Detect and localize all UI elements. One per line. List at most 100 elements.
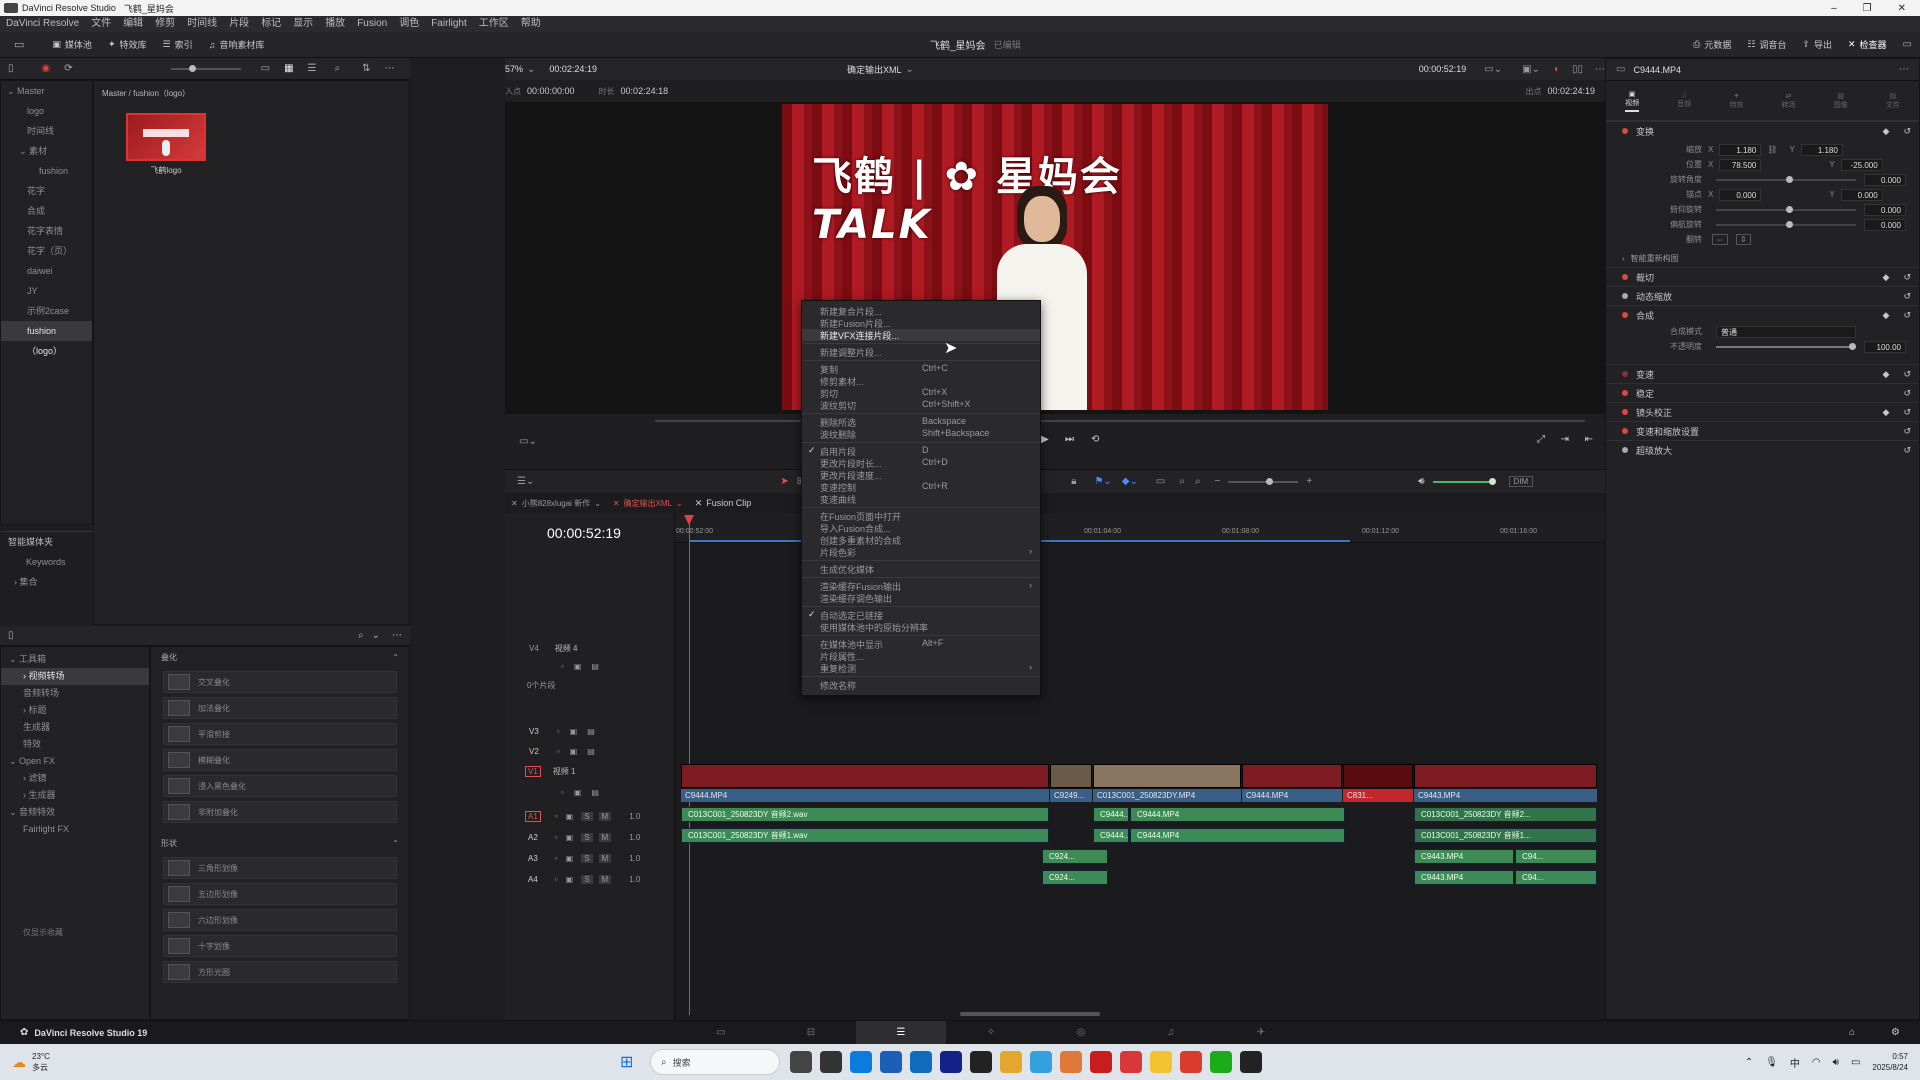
section-stabilization[interactable]: 稳定 ↺ xyxy=(1606,383,1919,402)
effect-item[interactable]: 五边形划像 xyxy=(163,883,397,905)
context-menu-item[interactable]: 新建Fusion片段... xyxy=(802,317,1040,329)
fullscreen-icon[interactable]: ▭ xyxy=(1903,39,1912,50)
opacity-slider[interactable] xyxy=(1716,342,1856,350)
effect-item[interactable]: 加法叠化 xyxy=(163,697,397,719)
lock-icon[interactable]: ▫ xyxy=(555,854,558,863)
effect-item[interactable]: 平滑剪接 xyxy=(163,723,397,745)
lock-icon[interactable]: ▫ xyxy=(561,788,564,797)
inspector-tab[interactable]: ✦ 特效 xyxy=(1729,92,1743,110)
audio-clip[interactable]: C94... xyxy=(1515,849,1597,864)
metadata-button[interactable]: ⎙ 元数据 xyxy=(1685,38,1739,51)
section-dynamic-zoom[interactable]: 动态缩放 ↺ xyxy=(1606,286,1919,305)
context-menu-item[interactable]: ✓ 启用片段 D xyxy=(802,445,1040,457)
bin-item[interactable]: 合成 xyxy=(1,201,92,221)
lock-icon[interactable]: ▫ xyxy=(555,875,558,884)
context-menu-item[interactable]: ✓ 自动选定已链接 xyxy=(802,609,1040,621)
dropdown-icon[interactable]: ⌄ xyxy=(527,64,535,75)
video-clip[interactable]: C831... xyxy=(1343,764,1413,802)
zoom-y-field[interactable]: 1.180 xyxy=(1800,143,1843,156)
pitch-field[interactable]: 0.000 xyxy=(1864,203,1906,216)
prev-edit-icon[interactable]: ⇤ xyxy=(1585,434,1593,445)
bin-item[interactable]: fushion（logo） xyxy=(1,321,92,356)
menu-item[interactable]: 帮助 xyxy=(515,16,547,32)
sidebar-toggle-icon[interactable]: ▯ xyxy=(8,630,14,641)
effects-tree-item[interactable]: 音频转场 xyxy=(1,685,149,702)
timeline-tab[interactable]: ✕ Fusion Clip xyxy=(689,498,758,509)
video-clip[interactable]: C9444.MP4 xyxy=(681,764,1049,802)
photoshop-app-icon[interactable] xyxy=(940,1051,962,1073)
effects-button[interactable]: ✦ 特效库 xyxy=(100,38,155,51)
sidebar-toggle-icon[interactable]: ▯ xyxy=(8,63,14,74)
dim-button[interactable]: DIM xyxy=(1508,476,1534,487)
effects-tree-item[interactable]: ⌄ 工具箱 xyxy=(1,651,149,668)
effects-tree-item[interactable]: ⌄ 音频特效 xyxy=(1,804,149,821)
solo-button[interactable]: S xyxy=(581,874,593,884)
viewer-scrubber[interactable] xyxy=(655,420,1585,422)
audio-clip[interactable]: C94... xyxy=(1515,870,1597,885)
context-menu-item[interactable]: 剪切 Ctrl+X xyxy=(802,387,1040,399)
effects-group-header[interactable]: 叠化 ⌃ xyxy=(151,647,409,667)
lock-icon[interactable]: ▫ xyxy=(557,727,560,736)
store-app-icon[interactable] xyxy=(880,1051,902,1073)
reset-icon[interactable]: ↺ xyxy=(1903,369,1911,380)
section-crop[interactable]: 裁切 ◆ ↺ xyxy=(1606,267,1919,286)
enable-dot-icon[interactable] xyxy=(1622,128,1628,134)
recorder-app-icon[interactable] xyxy=(1120,1051,1142,1073)
menu-item[interactable]: 标记 xyxy=(255,16,287,32)
context-menu-item[interactable]: 渲染缓存Fusion输出 › xyxy=(802,580,1040,592)
weather-widget[interactable]: ☁ 23°C 多云 xyxy=(12,1051,50,1073)
effect-item[interactable]: 六边形划像 xyxy=(163,909,397,931)
media-pool-button[interactable]: ▣ 媒体池 xyxy=(44,38,100,51)
close-icon[interactable]: ✕ xyxy=(613,499,620,508)
context-menu-item[interactable]: 更改片段时长... Ctrl+D xyxy=(802,457,1040,469)
inspector-tab[interactable]: ▧ 图像 xyxy=(1834,92,1848,110)
keyframe-icon[interactable]: ◆ xyxy=(1883,126,1890,137)
speaker-icon[interactable]: 🔊︎ xyxy=(1418,476,1424,487)
inspector-button[interactable]: ✕ 检查器 xyxy=(1840,38,1895,51)
section-retime-scaling[interactable]: 变速和缩放设置 ↺ xyxy=(1606,421,1919,440)
menu-item[interactable]: Fairlight xyxy=(425,16,473,32)
link-icon[interactable]: ⛓ xyxy=(1767,145,1777,154)
bin-item[interactable]: 时间线 xyxy=(1,121,92,141)
keyframe-icon[interactable]: ◆ xyxy=(1883,369,1890,380)
list-view-icon[interactable]: ☰ xyxy=(308,63,317,74)
video-clip[interactable]: C9443.MP4 xyxy=(1414,764,1597,802)
audio-clip[interactable]: C9443.MP4 xyxy=(1414,870,1514,885)
page-tab-1[interactable]: ⊟快编 xyxy=(766,1021,856,1045)
selection-tool-icon[interactable]: ➤ xyxy=(780,476,788,487)
chrome-browser-icon[interactable] xyxy=(1000,1051,1022,1073)
reset-icon[interactable]: ↺ xyxy=(1903,407,1911,418)
settings-gear-icon[interactable]: ⚙ xyxy=(1891,1027,1900,1038)
more-options-icon[interactable]: ⋯ xyxy=(385,63,395,74)
flag-icon[interactable]: ⚑⌄ xyxy=(1094,476,1111,487)
paint-app-icon[interactable] xyxy=(1060,1051,1082,1073)
grid-view-icon[interactable]: ▦ xyxy=(284,63,293,74)
effect-item[interactable]: 方形光圈 xyxy=(163,961,397,983)
bin-item[interactable]: 花字表情 xyxy=(1,221,92,241)
keyframe-icon[interactable]: ◆ xyxy=(1883,407,1890,418)
reset-icon[interactable]: ↺ xyxy=(1903,426,1911,437)
yaw-slider[interactable] xyxy=(1716,220,1856,228)
play-icon[interactable]: ▶ xyxy=(1041,434,1049,445)
audio-clip[interactable]: C9444... xyxy=(1093,828,1129,843)
dropdown-icon[interactable]: ⌄ xyxy=(372,630,380,641)
effect-item[interactable]: 浸入黑色叠化 xyxy=(163,775,397,797)
context-menu-item[interactable]: 片段属性... xyxy=(802,650,1040,662)
bin-item[interactable]: logo xyxy=(1,101,92,121)
chevron-up-icon[interactable]: ⌃ xyxy=(1745,1057,1753,1068)
page-tab-5[interactable]: ♫Fairlight xyxy=(1126,1021,1216,1045)
sort-icon[interactable]: ⇅ xyxy=(362,63,370,74)
enable-dot-icon[interactable] xyxy=(1622,390,1628,396)
reset-icon[interactable]: ↺ xyxy=(1903,388,1911,399)
timeline-name[interactable]: 确定输出XML xyxy=(847,63,902,76)
rotation-field[interactable]: 0.000 xyxy=(1864,173,1906,186)
effect-item[interactable]: 交叉叠化 xyxy=(163,671,397,693)
audio-clip[interactable]: C9444... xyxy=(1093,807,1129,822)
context-menu-item[interactable]: 导入Fusion合成... xyxy=(802,522,1040,534)
copilot-app-icon[interactable] xyxy=(790,1051,812,1073)
context-menu-item[interactable]: 更改片段速度... xyxy=(802,469,1040,481)
effects-tree-item[interactable]: › 生成器 xyxy=(1,787,149,804)
context-menu-item[interactable]: 复制 Ctrl+C xyxy=(802,363,1040,375)
filmstrip-view-icon[interactable]: ▭ xyxy=(261,63,270,74)
effects-tree-item[interactable]: ⌄ Open FX xyxy=(1,753,149,770)
